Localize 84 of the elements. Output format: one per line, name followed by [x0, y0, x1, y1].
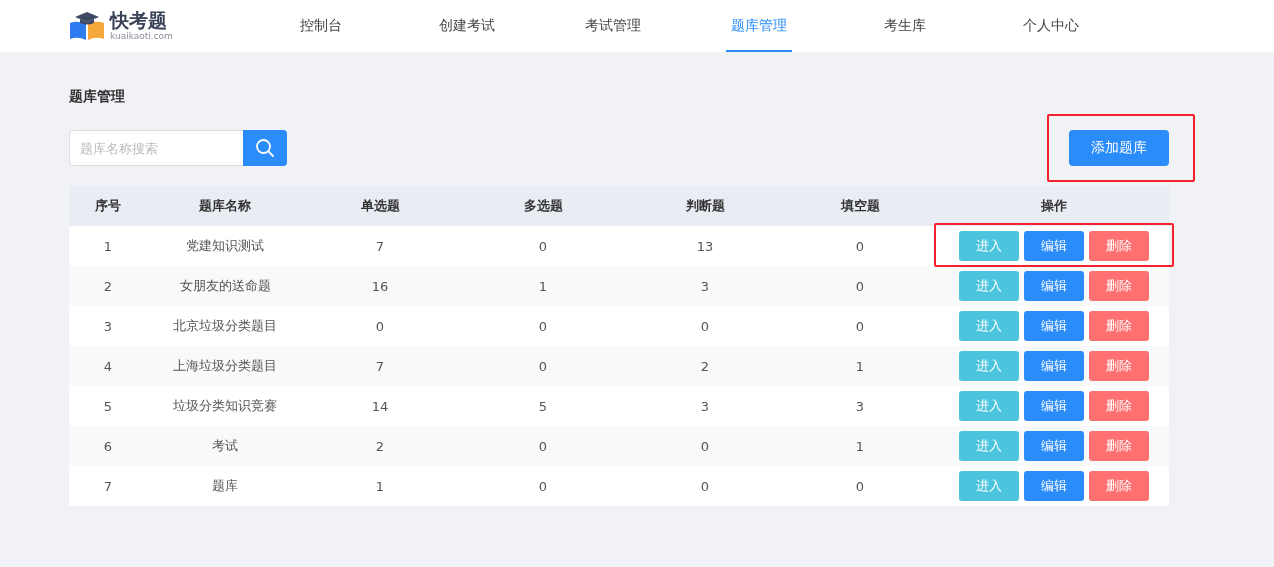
nav-tab[interactable]: 创建考试: [394, 0, 540, 52]
enter-button[interactable]: 进入: [959, 351, 1019, 381]
delete-button[interactable]: 删除: [1089, 471, 1149, 501]
edit-button[interactable]: 编辑: [1024, 431, 1084, 461]
table-cell-text: 0: [854, 478, 866, 494]
table-cell-text: 3: [102, 318, 114, 334]
column-header: 单选题: [359, 197, 401, 215]
edit-button[interactable]: 编辑: [1024, 311, 1084, 341]
edit-button[interactable]: 编辑: [1024, 471, 1084, 501]
table-cell-text: 1: [854, 358, 866, 374]
table-cell-text: 0: [699, 478, 711, 494]
delete-button[interactable]: 删除: [1089, 271, 1149, 301]
enter-button[interactable]: 进入: [959, 311, 1019, 341]
table-cell-text: 1: [854, 438, 866, 454]
table-cell-text: 0: [374, 318, 386, 334]
table-cell-text: 3: [699, 398, 711, 414]
enter-button[interactable]: 进入: [959, 471, 1019, 501]
table-cell-text: 1: [537, 278, 549, 294]
table-cell-text: 2: [374, 438, 386, 454]
delete-button[interactable]: 删除: [1089, 391, 1149, 421]
column-header: 判断题: [684, 197, 726, 215]
enter-button[interactable]: 进入: [959, 231, 1019, 261]
table-cell-text: 16: [370, 278, 390, 294]
table-cell-text: 7: [102, 478, 114, 494]
table-cell-text: 1: [102, 238, 114, 254]
delete-button[interactable]: 删除: [1089, 431, 1149, 461]
table-cell-text: 题库: [211, 477, 239, 495]
search-field[interactable]: 题库名称搜索: [69, 130, 243, 166]
nav-tab[interactable]: 控制台: [248, 0, 394, 52]
table-cell-text: 0: [854, 238, 866, 254]
nav-tab[interactable]: 考试管理: [540, 0, 686, 52]
table-cell-text: 4: [102, 358, 114, 374]
table-cell-text: 0: [699, 318, 711, 334]
nav-tab[interactable]: 题库管理: [726, 0, 792, 52]
table-cell-text: 垃圾分类知识竞赛: [172, 397, 278, 415]
search-button[interactable]: [243, 130, 287, 166]
table-cell-text: 14: [370, 398, 390, 414]
table-cell-text: 考试: [211, 437, 239, 455]
table-cell-text: 1: [374, 478, 386, 494]
table-cell-text: 0: [537, 358, 549, 374]
enter-button[interactable]: 进入: [959, 271, 1019, 301]
nav-tab[interactable]: 考生库: [832, 0, 978, 52]
table-cell-text: 0: [854, 278, 866, 294]
table-cell-text: 5: [537, 398, 549, 414]
book-cap-icon: [68, 11, 106, 41]
table-cell-text: 0: [537, 438, 549, 454]
search-icon: [255, 138, 275, 158]
column-header: 填空题: [839, 197, 881, 215]
delete-button[interactable]: 删除: [1089, 231, 1149, 261]
enter-button[interactable]: 进入: [959, 431, 1019, 461]
logo-name: 快考题: [110, 11, 168, 30]
edit-button[interactable]: 编辑: [1024, 391, 1084, 421]
table-cell-text: 0: [854, 318, 866, 334]
add-bank-button[interactable]: 添加题库: [1069, 130, 1169, 166]
nav-tab[interactable]: 个人中心: [978, 0, 1124, 52]
edit-button[interactable]: 编辑: [1024, 351, 1084, 381]
delete-button[interactable]: 删除: [1089, 311, 1149, 341]
table-cell-text: 3: [854, 398, 866, 414]
page-title: 题库管理: [69, 87, 126, 106]
table-cell-text: 北京垃圾分类题目: [172, 317, 278, 335]
table-cell-text: 0: [537, 238, 549, 254]
column-header: 多选题: [522, 197, 564, 215]
table-cell-text: 党建知识测试: [185, 237, 265, 255]
table-cell-text: 2: [699, 358, 711, 374]
logo-domain: kuaikaoti.com: [110, 32, 173, 41]
table-cell-text: 7: [374, 238, 386, 254]
column-header: 序号: [94, 197, 122, 215]
table-cell-text: 2: [102, 278, 114, 294]
table-cell-text: 5: [102, 398, 114, 414]
column-header: 题库名称: [198, 197, 252, 215]
table-cell-text: 0: [699, 438, 711, 454]
table-cell-text: 3: [699, 278, 711, 294]
table-cell-text: 上海垃圾分类题目: [172, 357, 278, 375]
delete-button[interactable]: 删除: [1089, 351, 1149, 381]
enter-button[interactable]: 进入: [959, 391, 1019, 421]
table-cell-text: 13: [695, 238, 715, 254]
table-cell-text: 0: [537, 478, 549, 494]
table-cell-text: 7: [374, 358, 386, 374]
column-header: 操作: [1040, 197, 1068, 215]
edit-button[interactable]: 编辑: [1024, 231, 1084, 261]
table-cell-text: 6: [102, 438, 114, 454]
table-cell-text: 0: [537, 318, 549, 334]
edit-button[interactable]: 编辑: [1024, 271, 1084, 301]
table-cell-text: 女朋友的送命题: [178, 277, 272, 295]
